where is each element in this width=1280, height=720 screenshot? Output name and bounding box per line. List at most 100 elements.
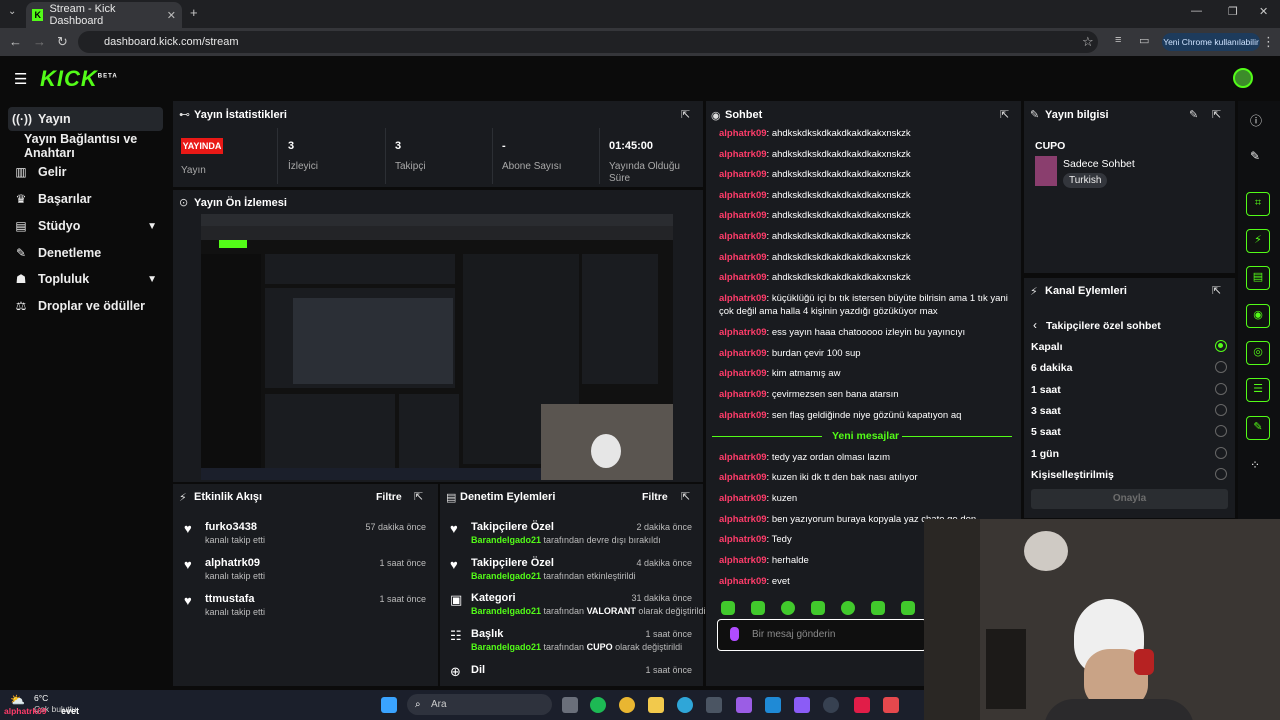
stream-preview-video[interactable] — [201, 214, 673, 480]
option-1-hour[interactable]: 1 saat — [1031, 384, 1061, 396]
maximize-icon[interactable]: ❐ — [1228, 5, 1238, 18]
option-1-day[interactable]: 1 gün — [1031, 448, 1059, 460]
emote-icon[interactable] — [901, 601, 915, 615]
user-avatar[interactable] — [1233, 68, 1253, 88]
bookmark-star-icon[interactable]: ☆ — [1082, 34, 1094, 50]
emote-icon[interactable] — [751, 601, 765, 615]
follower-name[interactable]: furko3438 — [205, 521, 257, 533]
reload-icon[interactable]: ↻ — [57, 34, 68, 50]
app-icon[interactable] — [883, 697, 899, 713]
popout-icon[interactable]: ⇱ — [681, 108, 690, 121]
pencil-icon[interactable]: ✎ — [1250, 149, 1260, 163]
chat-message-input[interactable]: Bir mesaj gönderin — [717, 619, 927, 651]
follower-name[interactable]: ttmustafa — [205, 593, 255, 605]
mail-icon[interactable] — [765, 697, 781, 713]
broadcast-icon[interactable]: ◎ — [1246, 341, 1270, 365]
task-view-icon[interactable] — [562, 697, 578, 713]
close-tab-icon[interactable]: ✕ — [167, 9, 176, 22]
copilot-icon[interactable] — [736, 697, 752, 713]
weather-temp[interactable]: 6°C — [34, 693, 48, 703]
taskbar-search[interactable]: ⌕ Ara — [407, 694, 552, 715]
chrome-icon[interactable] — [619, 697, 635, 713]
document-icon[interactable]: ▤ — [1246, 266, 1270, 290]
clip-icon[interactable]: ⌗ — [1246, 192, 1270, 216]
emote-icon[interactable] — [811, 601, 825, 615]
kick-logo[interactable]: KICKBETA — [40, 66, 118, 92]
beta-label: BETA — [97, 73, 118, 80]
m365-icon[interactable] — [794, 697, 810, 713]
approve-button[interactable]: Onayla — [1031, 489, 1228, 509]
lightning-icon[interactable]: ⚡ — [1246, 229, 1270, 253]
popout-icon[interactable]: ⇱ — [681, 490, 690, 503]
option-off[interactable]: Kapalı — [1031, 341, 1063, 353]
activity-filter-button[interactable]: Filtre — [376, 491, 402, 503]
app-icon[interactable] — [823, 697, 839, 713]
wrench-icon[interactable]: ✎ — [1246, 416, 1270, 440]
new-tab-icon[interactable]: + — [190, 5, 198, 20]
split-view-icon[interactable]: ▭ — [1139, 34, 1149, 47]
hamburger-menu-icon[interactable]: ☰ — [14, 70, 27, 88]
activity-time: 1 saat önce — [379, 558, 426, 568]
microphone-icon[interactable] — [730, 627, 739, 641]
radio-5-hours[interactable] — [1215, 425, 1227, 437]
option-3-hours[interactable]: 3 saat — [1031, 405, 1061, 417]
logo-text: KICK — [40, 66, 98, 91]
moderation-filter-button[interactable]: Filtre — [642, 491, 668, 503]
emote-icon[interactable] — [871, 601, 885, 615]
emote-icon[interactable] — [841, 601, 855, 615]
popout-icon[interactable]: ⇱ — [1000, 108, 1009, 121]
chat-bubble-icon[interactable]: ◉ — [1246, 304, 1270, 328]
chrome-update-button[interactable]: Yeni Chrome kullanılabilir — [1162, 33, 1260, 51]
sidebar-item-denetleme[interactable]: ✎ Denetleme — [8, 241, 163, 265]
file-explorer-icon[interactable] — [648, 697, 664, 713]
emote-icon[interactable] — [781, 601, 795, 615]
address-bar[interactable]: dashboard.kick.com/stream — [78, 31, 1098, 53]
category-name[interactable]: Sadece Sohbet — [1063, 158, 1135, 170]
radio-6-minutes[interactable] — [1215, 361, 1227, 373]
close-window-icon[interactable]: ✕ — [1259, 5, 1268, 18]
browser-tab[interactable]: K Stream - Kick Dashboard ✕ — [26, 2, 182, 28]
store-icon[interactable] — [706, 697, 722, 713]
followers-only-chat-label: Takipçilere özel sohbet — [1046, 320, 1161, 332]
option-custom[interactable]: Kişiselleştirilmiş — [1031, 469, 1114, 481]
broadcast-icon: ((·)) — [12, 112, 32, 126]
spotify-icon[interactable] — [590, 697, 606, 713]
follower-name[interactable]: alphatrk09 — [205, 557, 260, 569]
more-apps-icon[interactable]: ⁘ — [1250, 458, 1260, 472]
radio-3-hours[interactable] — [1215, 404, 1227, 416]
edge-icon[interactable] — [677, 697, 693, 713]
activity-title: Etkinlik Akışı — [194, 491, 263, 503]
sidebar-item-topluluk[interactable]: ☗ Topluluk ▼ — [8, 267, 163, 291]
option-6-minutes[interactable]: 6 dakika — [1031, 362, 1072, 374]
sidebar-item-stream-key[interactable]: Yayın Bağlantısı ve Anahtarı — [20, 132, 170, 160]
sidebar-item-gelir[interactable]: ▥ Gelir — [8, 160, 163, 184]
forward-icon[interactable]: → — [33, 34, 46, 49]
option-5-hours[interactable]: 5 saat — [1031, 426, 1061, 438]
emote-icon[interactable] — [721, 601, 735, 615]
stream-info-panel — [1024, 101, 1235, 273]
media-control-icon[interactable]: ≡ — [1115, 34, 1121, 46]
follower-action: kanalı takip etti — [205, 571, 266, 581]
sidebar-item-yayin[interactable]: ((·)) Yayın — [8, 107, 163, 131]
back-chevron-icon[interactable]: ‹ — [1033, 318, 1037, 332]
sidebar-item-droplar[interactable]: ⚖ Droplar ve ödüller — [8, 294, 163, 318]
tab-search-icon[interactable]: ⌄ — [8, 6, 16, 17]
popout-icon[interactable]: ⇱ — [1212, 108, 1221, 121]
chrome-menu-icon[interactable]: ⋮ — [1262, 34, 1275, 50]
windows-start-icon[interactable] — [381, 697, 397, 713]
layout-icon[interactable]: ☰ — [1246, 378, 1270, 402]
radio-custom[interactable] — [1215, 468, 1227, 480]
app-icon[interactable] — [854, 697, 870, 713]
popout-icon[interactable]: ⇱ — [414, 490, 423, 503]
radio-off[interactable] — [1215, 340, 1227, 352]
back-icon[interactable]: ← — [9, 34, 22, 49]
info-icon[interactable]: ⓘ — [1250, 112, 1262, 129]
edit-icon[interactable]: ✎ — [1189, 108, 1198, 121]
sidebar-item-basarilar[interactable]: ♛ Başarılar — [8, 187, 163, 211]
radio-1-day[interactable] — [1215, 447, 1227, 459]
sidebar-item-studyo[interactable]: ▤ Stüdyo ▼ — [8, 214, 163, 238]
popout-icon[interactable]: ⇱ — [1212, 284, 1221, 297]
radio-1-hour[interactable] — [1215, 383, 1227, 395]
minimize-icon[interactable]: — — [1191, 5, 1202, 17]
search-icon: ⌕ — [415, 699, 421, 710]
